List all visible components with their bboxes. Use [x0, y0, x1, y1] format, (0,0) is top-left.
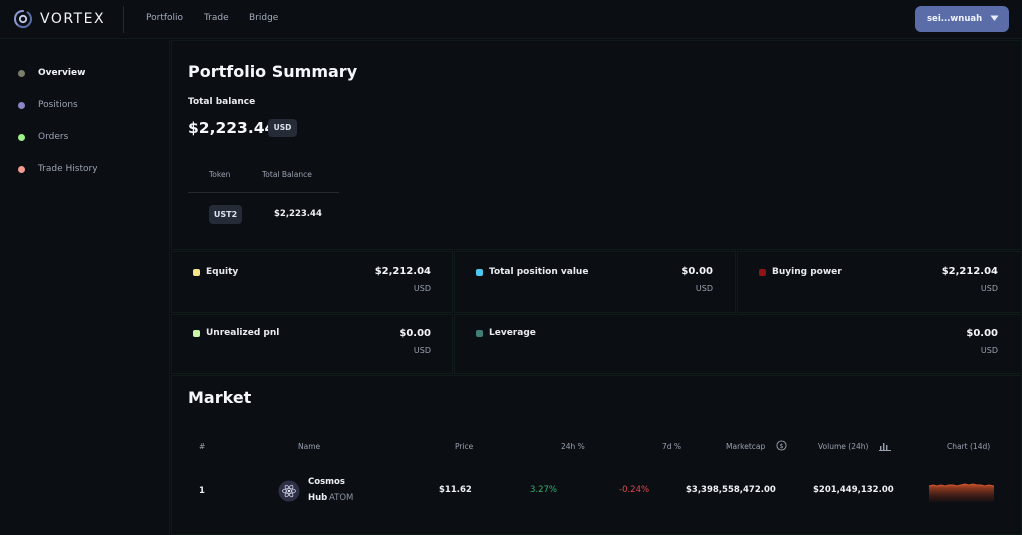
total-balance-label: Total balance [188, 97, 256, 107]
asset-name-line2: Hub [308, 493, 328, 503]
stat-value: $0.00 [966, 328, 998, 339]
marketcap-column-header[interactable]: Marketcap [726, 442, 765, 451]
change-24h-cell: 3.27% [530, 485, 558, 495]
sparkline-chart [929, 483, 994, 502]
sidebar-item-positions[interactable]: Positions [18, 100, 78, 110]
wallet-button[interactable]: sei...wnuah [915, 6, 1009, 32]
price-column-header[interactable]: Price [455, 442, 473, 451]
asset-symbol: ATOM [329, 493, 354, 503]
stat-value: $2,212.04 [941, 266, 998, 277]
trade-history-dot-icon [18, 165, 25, 173]
positions-dot-icon [18, 101, 25, 109]
portfolio-summary-panel: Portfolio Summary Total balance $2,223.4… [171, 40, 1022, 250]
pnl-dot-icon [193, 330, 200, 337]
stat-buying-power: Buying power $2,212.04 USD [737, 251, 1022, 313]
cosmos-atom-icon [278, 480, 300, 502]
stat-unit: USD [413, 346, 431, 355]
sidebar-item-label: Orders [38, 132, 69, 142]
currency-badge: USD [268, 119, 297, 137]
stat-total-position-value: Total position value $0.00 USD [454, 251, 736, 313]
nav-bridge[interactable]: Bridge [249, 13, 278, 23]
stat-value: $2,212.04 [374, 266, 431, 277]
sidebar-item-label: Positions [38, 100, 78, 110]
sidebar-item-orders[interactable]: Orders [18, 132, 68, 142]
leverage-dot-icon [476, 330, 483, 337]
stat-unit: USD [695, 284, 713, 293]
nav-portfolio[interactable]: Portfolio [146, 13, 183, 23]
overview-dot-icon [18, 69, 25, 77]
marketcap-cell: $3,398,558,472.00 [686, 485, 776, 495]
stat-unit: USD [413, 284, 431, 293]
volume-cell: $201,449,132.00 [813, 485, 894, 495]
sidebar-item-overview[interactable]: Overview [18, 68, 85, 78]
bar-chart-icon[interactable] [879, 441, 891, 451]
stat-label: Total position value [489, 267, 589, 277]
stat-unrealized-pnl: Unrealized pnl $0.00 USD [171, 314, 453, 374]
change-7d-column-header[interactable]: 7d % [662, 442, 681, 451]
stat-label: Buying power [772, 267, 842, 277]
stat-label: Equity [206, 267, 239, 277]
rank-cell: 1 [199, 486, 205, 496]
sidebar: Overview Positions Orders Trade History [0, 40, 170, 535]
stat-label: Unrealized pnl [206, 328, 280, 338]
stat-label: Leverage [489, 328, 536, 338]
asset-name-line1: Cosmos [308, 477, 345, 487]
sidebar-item-trade-history[interactable]: Trade History [18, 164, 98, 174]
buying-power-dot-icon [759, 269, 766, 276]
stat-value: $0.00 [399, 328, 431, 339]
stat-equity: Equity $2,212.04 USD [171, 251, 453, 313]
token-badge: UST2 [209, 205, 242, 224]
token-column-header: Token [209, 170, 231, 179]
svg-text:$: $ [779, 442, 783, 450]
header-divider [123, 6, 124, 33]
price-cell: $11.62 [439, 485, 472, 495]
top-bar: VORTEX Portfolio Trade Bridge sei...wnua… [0, 0, 1022, 39]
nav-trade[interactable]: Trade [204, 13, 229, 23]
table-divider [188, 192, 339, 193]
dollar-circle-icon[interactable]: $ [776, 440, 787, 451]
chevron-down-icon [990, 15, 999, 21]
chart-column-header: Chart (14d) [947, 442, 991, 451]
token-balance: $2,223.44 [274, 209, 322, 219]
equity-dot-icon [193, 269, 200, 276]
logo-text: VORTEX [40, 11, 106, 27]
sidebar-item-label: Overview [38, 68, 86, 78]
vortex-logo-icon [13, 10, 33, 29]
stat-unit: USD [980, 284, 998, 293]
rank-column-header[interactable]: # [199, 442, 205, 451]
total-balance-value: $2,223.44 [188, 119, 276, 137]
market-panel: Market # Name Price 24h % 7d % Marketcap… [171, 375, 1022, 535]
change-7d-cell: -0.24% [619, 485, 650, 495]
stat-leverage: Leverage $0.00 USD [454, 314, 1022, 374]
stat-unit: USD [980, 346, 998, 355]
page-title: Portfolio Summary [188, 62, 358, 81]
market-title: Market [188, 388, 252, 407]
wallet-address: sei...wnuah [927, 14, 983, 24]
stat-value: $0.00 [681, 266, 713, 277]
volume-column-header[interactable]: Volume (24h) [818, 442, 868, 451]
name-column-header[interactable]: Name [298, 442, 320, 451]
change-24h-column-header[interactable]: 24h % [561, 442, 585, 451]
orders-dot-icon [18, 133, 25, 141]
sidebar-item-label: Trade History [38, 164, 98, 174]
total-balance-column-header: Total Balance [262, 170, 312, 179]
logo[interactable]: VORTEX [13, 9, 105, 29]
position-dot-icon [476, 269, 483, 276]
